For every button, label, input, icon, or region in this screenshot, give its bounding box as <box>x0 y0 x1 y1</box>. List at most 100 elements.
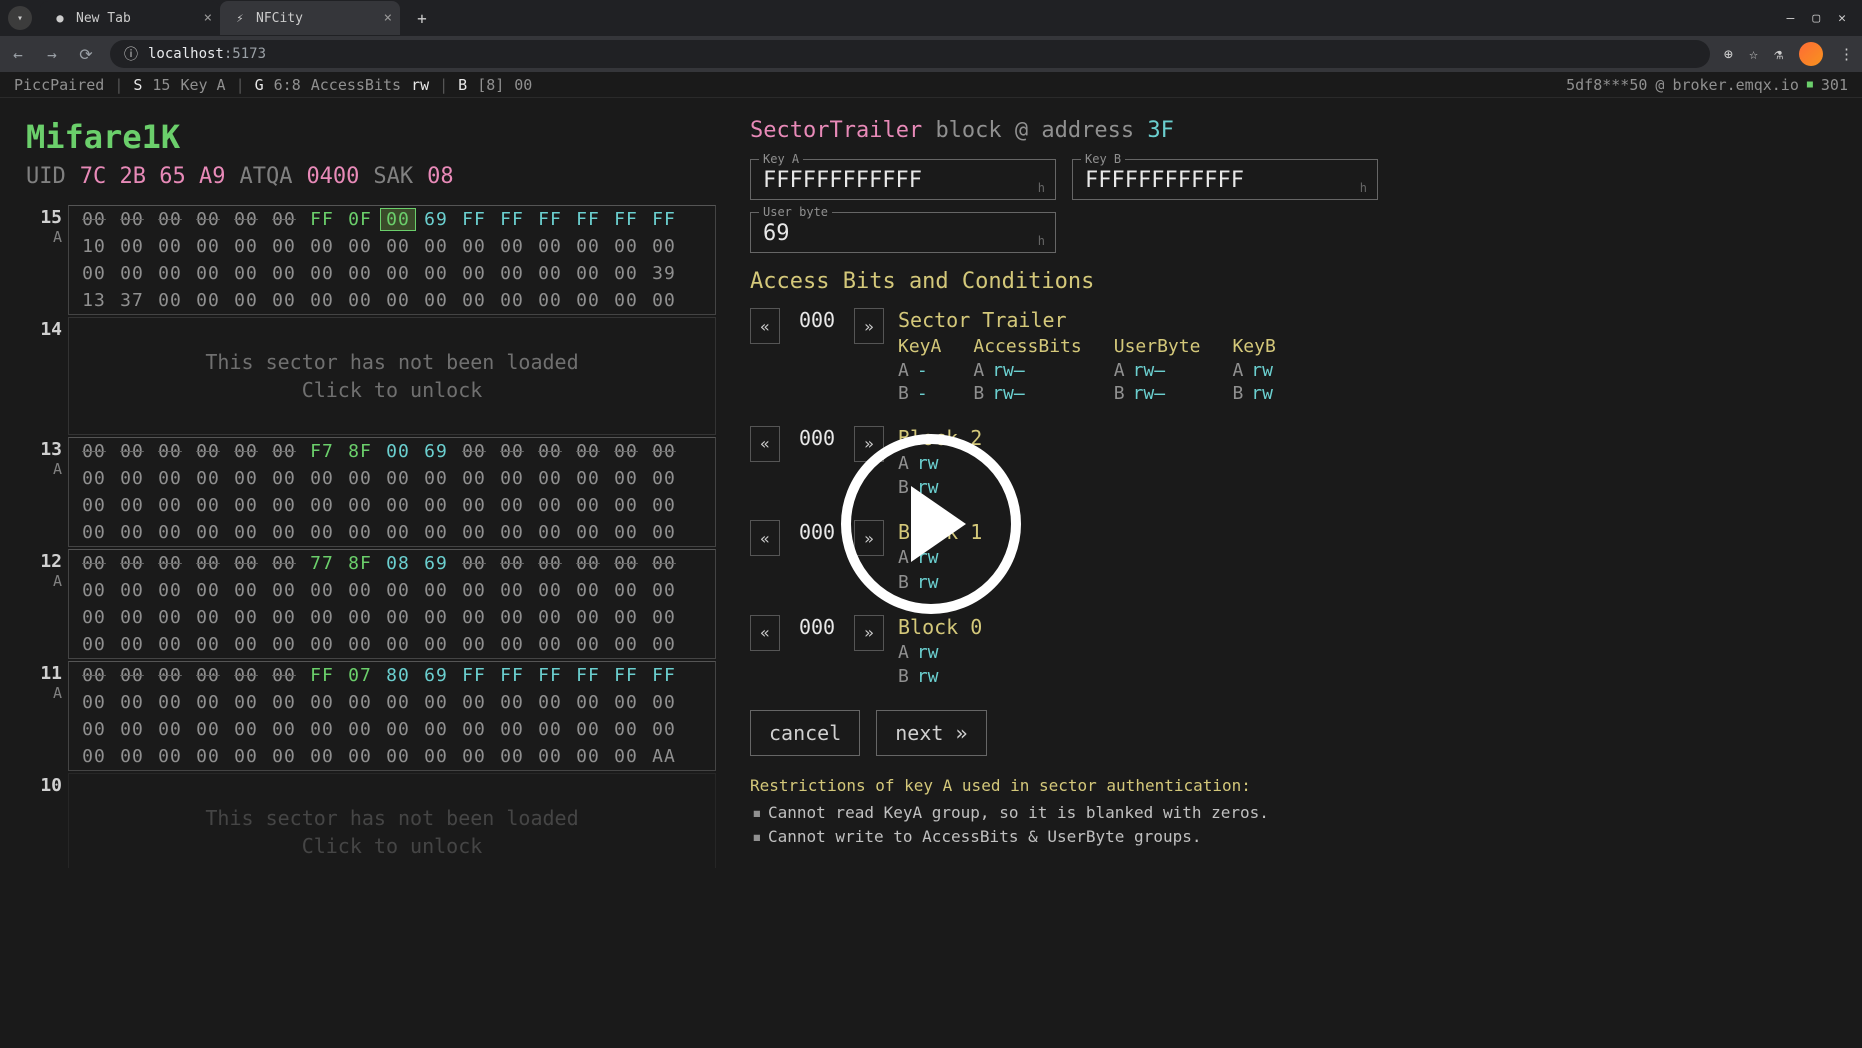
hex-byte[interactable]: 00 <box>343 263 377 284</box>
hex-byte[interactable]: 00 <box>457 607 491 628</box>
extensions-icon[interactable]: ⚗ <box>1774 45 1783 63</box>
hex-byte[interactable]: 00 <box>533 236 567 257</box>
hex-byte[interactable]: 00 <box>495 607 529 628</box>
hex-byte[interactable]: 00 <box>457 236 491 257</box>
window-minimize-icon[interactable]: — <box>1787 11 1795 26</box>
hex-byte[interactable]: 00 <box>571 719 605 740</box>
hex-byte[interactable]: 00 <box>419 236 453 257</box>
hex-byte[interactable]: 77 <box>305 553 339 574</box>
hex-byte[interactable]: 00 <box>495 634 529 655</box>
hex-byte[interactable]: 00 <box>343 719 377 740</box>
hex-byte[interactable]: 00 <box>153 719 187 740</box>
hex-byte[interactable]: 00 <box>229 719 263 740</box>
hex-byte[interactable]: F7 <box>305 441 339 462</box>
hex-byte[interactable]: 69 <box>419 665 453 686</box>
hex-byte[interactable]: 69 <box>419 441 453 462</box>
hex-byte[interactable]: 00 <box>647 236 681 257</box>
hex-byte[interactable]: 00 <box>647 290 681 311</box>
forward-icon[interactable]: → <box>42 45 62 64</box>
hex-byte[interactable]: 00 <box>267 290 301 311</box>
hex-byte[interactable]: 00 <box>115 236 149 257</box>
hex-byte[interactable]: 07 <box>343 665 377 686</box>
hex-byte[interactable]: 00 <box>229 290 263 311</box>
sector-block[interactable]: 000000000000778F086900000000000000000000… <box>68 549 716 659</box>
hex-byte[interactable]: 00 <box>419 263 453 284</box>
hex-byte[interactable]: FF <box>609 209 643 230</box>
hex-byte[interactable]: 00 <box>77 209 111 230</box>
hex-byte[interactable]: 00 <box>533 634 567 655</box>
hex-byte[interactable]: 00 <box>115 441 149 462</box>
hex-byte[interactable]: 00 <box>191 553 225 574</box>
hex-byte[interactable]: 00 <box>457 580 491 601</box>
cancel-button[interactable]: cancel <box>750 710 860 756</box>
hex-byte[interactable]: 00 <box>495 263 529 284</box>
hex-byte[interactable]: 00 <box>305 263 339 284</box>
hex-byte[interactable]: 00 <box>419 468 453 489</box>
sector-block[interactable]: 000000000000FF078069FFFFFFFFFFFF00000000… <box>68 661 716 771</box>
hex-byte[interactable]: 00 <box>419 607 453 628</box>
hex-byte[interactable]: 00 <box>267 209 301 230</box>
hex-byte[interactable]: 00 <box>305 522 339 543</box>
hex-byte[interactable]: 00 <box>267 665 301 686</box>
hex-byte[interactable]: 00 <box>115 719 149 740</box>
new-tab-button[interactable]: + <box>408 4 436 32</box>
hex-byte[interactable]: 00 <box>77 580 111 601</box>
hex-byte[interactable]: 00 <box>381 468 415 489</box>
hex-byte[interactable]: FF <box>647 665 681 686</box>
hex-byte[interactable]: 00 <box>495 746 529 767</box>
hex-byte[interactable]: 00 <box>533 607 567 628</box>
hex-byte[interactable]: 00 <box>381 263 415 284</box>
hex-byte[interactable]: FF <box>533 665 567 686</box>
hex-byte[interactable]: 00 <box>191 441 225 462</box>
bits-prev-button[interactable]: « <box>750 426 780 462</box>
hex-byte[interactable]: 00 <box>533 553 567 574</box>
hex-byte[interactable]: 00 <box>77 692 111 713</box>
hex-byte[interactable]: FF <box>571 209 605 230</box>
hex-byte[interactable]: 10 <box>77 236 111 257</box>
hex-byte[interactable]: 00 <box>609 719 643 740</box>
hex-byte[interactable]: 00 <box>495 553 529 574</box>
hex-byte[interactable]: 00 <box>229 495 263 516</box>
hex-byte[interactable]: 00 <box>571 692 605 713</box>
hex-byte[interactable]: 00 <box>115 746 149 767</box>
hex-byte[interactable]: 00 <box>533 495 567 516</box>
hex-byte[interactable]: 00 <box>647 468 681 489</box>
hex-byte[interactable]: 00 <box>343 495 377 516</box>
hex-byte[interactable]: 00 <box>77 665 111 686</box>
hex-byte[interactable]: 00 <box>419 580 453 601</box>
hex-byte[interactable]: 00 <box>343 290 377 311</box>
sector-block[interactable]: 000000000000F78F006900000000000000000000… <box>68 437 716 547</box>
hex-byte[interactable]: 00 <box>153 209 187 230</box>
hex-byte[interactable]: 00 <box>343 607 377 628</box>
hex-byte[interactable]: 00 <box>495 580 529 601</box>
hex-byte[interactable]: 00 <box>267 441 301 462</box>
tab-close-icon[interactable]: × <box>204 10 212 26</box>
hex-byte[interactable]: 00 <box>153 290 187 311</box>
hex-byte[interactable]: 00 <box>571 263 605 284</box>
hex-byte[interactable]: 00 <box>533 580 567 601</box>
hex-byte[interactable]: 00 <box>343 634 377 655</box>
hex-byte[interactable]: 00 <box>533 746 567 767</box>
hex-byte[interactable]: 00 <box>305 468 339 489</box>
hex-byte[interactable]: 00 <box>647 692 681 713</box>
hex-byte[interactable]: 00 <box>229 468 263 489</box>
hex-byte[interactable]: 00 <box>77 719 111 740</box>
hex-byte[interactable]: 00 <box>381 522 415 543</box>
hex-byte[interactable]: 00 <box>457 522 491 543</box>
hex-byte[interactable]: 00 <box>343 468 377 489</box>
hex-byte[interactable]: 00 <box>191 580 225 601</box>
hex-byte[interactable]: 00 <box>495 290 529 311</box>
hex-byte[interactable]: 8F <box>343 441 377 462</box>
hex-byte[interactable]: 00 <box>457 290 491 311</box>
hex-byte[interactable]: 00 <box>153 263 187 284</box>
sector-block[interactable]: 000000000000FF0F0069FFFFFFFFFFFF10000000… <box>68 205 716 315</box>
hex-byte[interactable]: 08 <box>381 553 415 574</box>
back-icon[interactable]: ← <box>8 45 28 64</box>
site-info-icon[interactable]: ⓘ <box>124 44 138 64</box>
hex-byte[interactable]: FF <box>305 209 339 230</box>
hex-byte[interactable]: 00 <box>381 634 415 655</box>
hex-byte[interactable]: 00 <box>571 522 605 543</box>
hex-byte[interactable]: 00 <box>267 607 301 628</box>
hex-byte[interactable]: 00 <box>305 746 339 767</box>
hex-byte[interactable]: AA <box>647 746 681 767</box>
